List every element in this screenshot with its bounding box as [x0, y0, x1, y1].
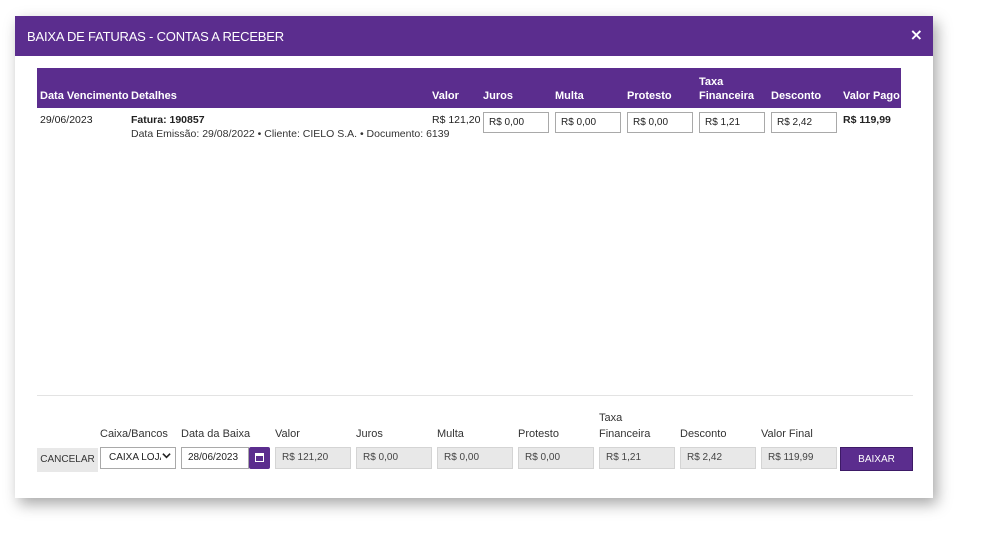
taxa-financeira-field: R$ 1,21: [599, 447, 675, 469]
label-taxa-line1: Taxa: [599, 412, 623, 424]
protesto-field: R$ 0,00: [518, 447, 594, 469]
chevron-down-icon: [162, 451, 171, 462]
juros-field: R$ 0,00: [356, 447, 432, 469]
header-juros: Juros: [483, 90, 513, 102]
caixa-bancos-select[interactable]: CAIXA LOJA: [100, 447, 176, 469]
close-icon[interactable]: ×: [910, 25, 923, 44]
label-desconto: Desconto: [680, 428, 727, 440]
cancel-button[interactable]: CANCELAR: [37, 448, 98, 472]
label-taxa-financeira: Taxa Financeira: [599, 411, 650, 441]
row-valor-pago: R$ 119,99: [843, 114, 891, 126]
multa-field: R$ 0,00: [437, 447, 513, 469]
label-protesto: Protesto: [518, 428, 559, 440]
header-taxa-financeira: Taxa Financeira: [699, 75, 754, 103]
taxa-financeira-input[interactable]: R$ 1,21: [699, 112, 765, 133]
valor-field: R$ 121,20: [275, 447, 351, 469]
data-baixa-input[interactable]: 28/06/2023: [181, 447, 249, 469]
calendar-button[interactable]: [249, 447, 270, 469]
baixar-button[interactable]: BAIXAR: [840, 447, 913, 471]
valor-final-field: R$ 119,99: [761, 447, 837, 469]
multa-input[interactable]: R$ 0,00: [555, 112, 621, 133]
header-valor: Valor: [432, 90, 459, 102]
header-valor-pago: Valor Pago: [843, 90, 900, 102]
header-detalhes: Detalhes: [131, 90, 177, 102]
baixa-faturas-modal: BAIXA DE FATURAS - CONTAS A RECEBER × Da…: [15, 16, 933, 498]
modal-header: BAIXA DE FATURAS - CONTAS A RECEBER ×: [15, 16, 933, 56]
protesto-input[interactable]: R$ 0,00: [627, 112, 693, 133]
table-header: Data Vencimento Detalhes Valor Juros Mul…: [37, 68, 901, 108]
label-multa: Multa: [437, 428, 464, 440]
caixa-bancos-value: CAIXA LOJA: [109, 452, 161, 463]
juros-input[interactable]: R$ 0,00: [483, 112, 549, 133]
desconto-field: R$ 2,42: [680, 447, 756, 469]
header-taxa-line1: Taxa: [699, 76, 724, 88]
desconto-input[interactable]: R$ 2,42: [771, 112, 837, 133]
divider: [37, 395, 913, 396]
modal-title: BAIXA DE FATURAS - CONTAS A RECEBER: [27, 29, 284, 44]
row-data-vencimento: 29/06/2023: [40, 114, 93, 126]
header-multa: Multa: [555, 90, 584, 102]
label-valor: Valor: [275, 428, 300, 440]
label-juros: Juros: [356, 428, 383, 440]
row-fatura: Fatura: 190857: [131, 114, 205, 126]
row-valor: R$ 121,20: [432, 114, 481, 126]
header-protesto: Protesto: [627, 90, 672, 102]
calendar-icon: [255, 453, 264, 462]
header-taxa-line2: Financeira: [699, 90, 755, 102]
header-data-vencimento: Data Vencimento: [40, 90, 129, 102]
label-valor-final: Valor Final: [761, 428, 813, 440]
label-taxa-line2: Financeira: [599, 428, 651, 440]
header-desconto: Desconto: [771, 90, 822, 102]
label-data-baixa: Data da Baixa: [181, 428, 251, 440]
row-detalhes: Data Emissão: 29/08/2022 • Cliente: CIEL…: [131, 128, 450, 140]
label-caixa-bancos: Caixa/Bancos: [100, 428, 168, 440]
